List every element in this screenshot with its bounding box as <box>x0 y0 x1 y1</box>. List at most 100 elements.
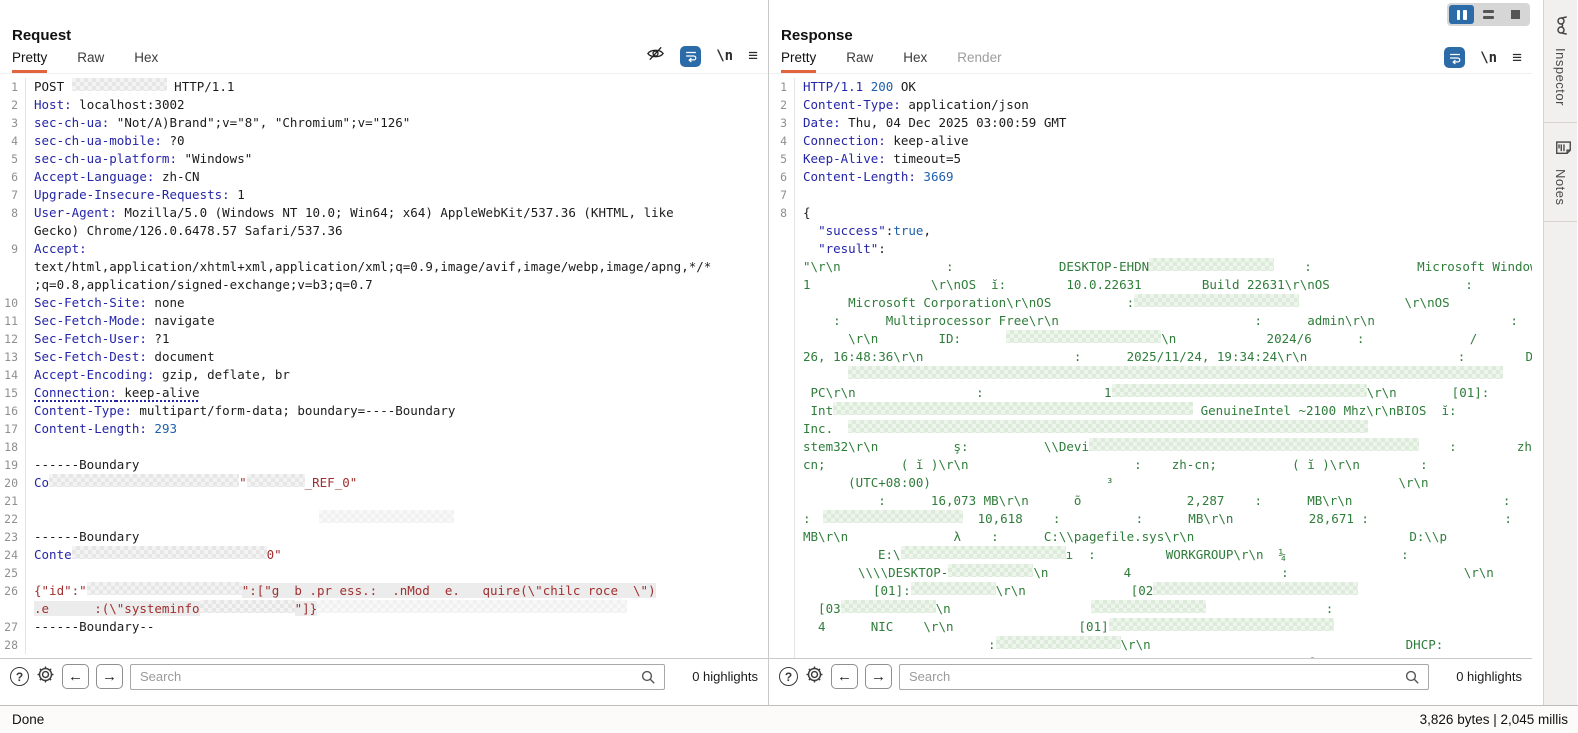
code-line: 17Content-Length: 293 <box>0 420 768 438</box>
redacted-block <box>1109 618 1334 631</box>
response-tab-raw[interactable]: Raw <box>846 46 873 73</box>
line-number: 2 <box>0 96 26 114</box>
line-number <box>769 438 795 456</box>
code-line: stem32\r\n ş: \\Devi : zh- <box>769 438 1532 456</box>
response-panel: Response Pretty Raw Hex Render \n ≡ 1HTT… <box>769 0 1532 705</box>
code-line: : 16,073 MB\r\n õ 2,287 : MB\r\n : <box>769 492 1532 510</box>
line-number <box>769 600 795 618</box>
sidebar-tab-notes[interactable]: Notes <box>1544 123 1577 222</box>
code-line: 24Conte0" <box>0 546 768 564</box>
line-number: 27 <box>0 618 26 636</box>
line-number <box>769 492 795 510</box>
code-line: \\\\DESKTOP-\n 4:\r\n <box>769 564 1532 582</box>
line-number <box>769 618 795 636</box>
line-number: 6 <box>769 168 795 186</box>
line-number: 24 <box>0 546 26 564</box>
response-tab-pretty[interactable]: Pretty <box>781 46 816 73</box>
prev-match-button[interactable]: ← <box>831 664 858 689</box>
line-number: 2 <box>769 96 795 114</box>
code-line: 4Connection: keep-alive <box>769 132 1532 150</box>
menu-icon[interactable]: ≡ <box>1512 48 1522 68</box>
request-title: Request <box>12 27 71 44</box>
code-line: 18 <box>0 438 768 456</box>
wrap-icon[interactable] <box>1444 47 1465 68</box>
help-icon[interactable]: ? <box>779 667 798 686</box>
help-icon[interactable]: ? <box>10 667 29 686</box>
response-tab-render[interactable]: Render <box>957 46 1001 73</box>
code-line: 1 \r\nOS ĭ: 10.0.22631 Build 22631\r\nOS… <box>769 276 1532 294</box>
line-number <box>769 222 795 240</box>
single-layout-button[interactable] <box>1503 5 1528 24</box>
wrap-icon[interactable] <box>680 46 701 67</box>
code-line: Int GenuineIntel ~2100 Mhz\r\nBIOS ĭ: <box>769 402 1532 420</box>
code-line: 10Sec-Fetch-Site: none <box>0 294 768 312</box>
line-number: 15 <box>0 384 26 402</box>
line-number: 5 <box>0 150 26 168</box>
status-text: Done <box>12 712 44 727</box>
line-number: 19 <box>0 456 26 474</box>
search-icon <box>640 669 657 691</box>
redacted-block <box>87 582 242 595</box>
menu-icon[interactable]: ≡ <box>748 46 758 66</box>
newline-icon[interactable]: \n <box>716 48 733 64</box>
code-line: Gecko) Chrome/126.0.6478.57 Safari/537.3… <box>0 222 768 240</box>
response-search-input[interactable] <box>900 665 1428 689</box>
response-tab-hex[interactable]: Hex <box>903 46 927 73</box>
code-line: 26, 16:48:36\r\n : 2025/11/24, 19:34:24\… <box>769 348 1532 366</box>
redacted-block <box>72 546 267 559</box>
line-number: 14 <box>0 366 26 384</box>
code-line: 9Accept: <box>0 240 768 258</box>
line-number: 1 <box>0 78 26 96</box>
line-number <box>769 546 795 564</box>
code-line: \r\n ID: \n 2024/6 : / <box>769 330 1532 348</box>
code-line: "result": <box>769 240 1532 258</box>
request-tab-hex[interactable]: Hex <box>134 46 158 73</box>
line-number: 1 <box>769 78 795 96</box>
request-editor[interactable]: 1POST HTTP/1.12Host: localhost:30023sec-… <box>0 74 768 658</box>
request-tab-raw[interactable]: Raw <box>77 46 104 73</box>
code-line: 3Date: Thu, 04 Dec 2025 03:00:59 GMT <box>769 114 1532 132</box>
line-number: 11 <box>0 312 26 330</box>
redacted-block <box>1112 384 1367 397</box>
code-line: PC\r\n : 1\r\n[01]: <box>769 384 1532 402</box>
code-line: 12Sec-Fetch-User: ?1 <box>0 330 768 348</box>
burp-repeater-window: Request Pretty Raw Hex \n ≡ 1POST HTTP/1 <box>0 0 1578 733</box>
line-number <box>769 312 795 330</box>
layout-button-group <box>1447 3 1530 26</box>
request-search-row: ? ← → 0 highlights <box>0 658 768 694</box>
code-line: 3sec-ch-ua: "Not/A)Brand";v="8", "Chromi… <box>0 114 768 132</box>
code-line: 22 <box>0 510 768 528</box>
response-search-box <box>899 664 1429 690</box>
redacted-block <box>49 474 239 487</box>
line-number: 13 <box>0 348 26 366</box>
redacted-block <box>317 600 627 613</box>
prev-match-button[interactable]: ← <box>62 664 89 689</box>
request-tab-pretty[interactable]: Pretty <box>12 46 47 73</box>
line-number: 17 <box>0 420 26 438</box>
code-line: MB\r\n λ : C:\\pagefile.sys\r\nD:\\p <box>769 528 1532 546</box>
rows-layout-button[interactable] <box>1476 5 1501 24</box>
line-number: 7 <box>769 186 795 204</box>
sidebar-label-notes: Notes <box>1553 169 1568 205</box>
sidebar-tab-inspector[interactable]: Inspector <box>1544 0 1577 123</box>
newline-icon[interactable]: \n <box>1480 50 1497 66</box>
columns-layout-button[interactable] <box>1449 5 1474 24</box>
settings-gear-icon[interactable] <box>36 665 55 689</box>
next-match-button[interactable]: → <box>96 664 123 689</box>
code-line: 11Sec-Fetch-Mode: navigate <box>0 312 768 330</box>
line-number <box>0 276 26 294</box>
next-match-button[interactable]: → <box>865 664 892 689</box>
request-search-input[interactable] <box>131 665 664 689</box>
redacted-block <box>823 510 963 523</box>
redacted-block <box>319 510 454 523</box>
hide-eye-icon[interactable] <box>646 44 665 68</box>
line-number: 16 <box>0 402 26 420</box>
line-number <box>769 366 795 384</box>
code-line: text/html,application/xhtml+xml,applicat… <box>0 258 768 276</box>
code-line: cn; ( ĭ )\r\n : zh-cn; ( ĭ )\r\n : <box>769 456 1532 474</box>
line-number <box>769 456 795 474</box>
response-tab-icons: \n ≡ <box>1444 47 1522 68</box>
response-editor[interactable]: 1HTTP/1.1 200 OK2Content-Type: applicati… <box>769 74 1532 658</box>
settings-gear-icon[interactable] <box>805 665 824 689</box>
code-line: .e :(\"systeminfo"]} <box>0 600 768 618</box>
